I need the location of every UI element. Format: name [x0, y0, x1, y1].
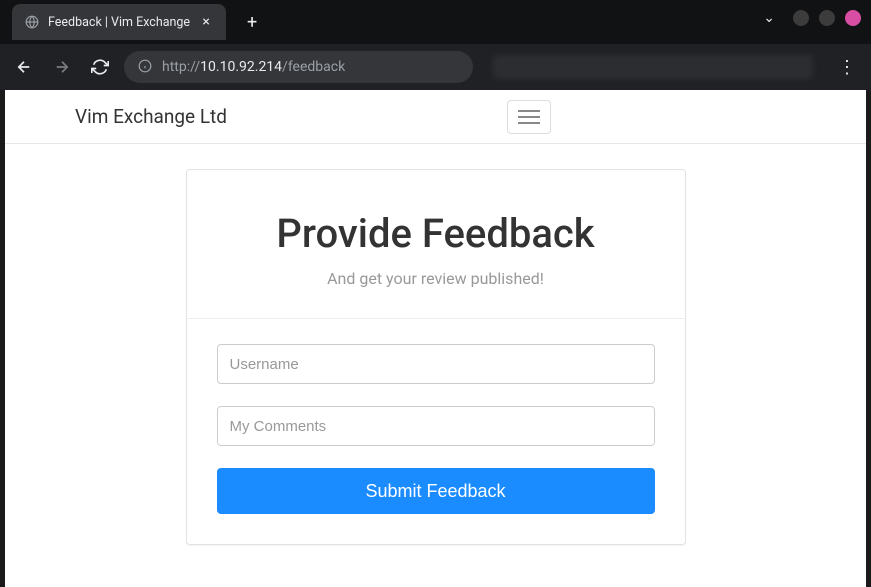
- hamburger-button[interactable]: [507, 100, 551, 134]
- page-subtitle: And get your review published!: [217, 269, 655, 288]
- chevron-down-icon[interactable]: ⌄: [763, 10, 775, 26]
- url-input[interactable]: http://10.10.92.214/feedback: [124, 51, 473, 83]
- submit-button[interactable]: Submit Feedback: [217, 468, 655, 514]
- tab-bar: Feedback | Vim Exchange × + ⌄: [0, 0, 871, 44]
- username-input[interactable]: [217, 344, 655, 384]
- hamburger-icon: [518, 116, 540, 118]
- brand[interactable]: Vim Exchange Ltd: [75, 105, 227, 128]
- address-bar: http://10.10.92.214/feedback ⋮: [0, 44, 871, 90]
- globe-icon: [24, 14, 40, 30]
- forward-button[interactable]: [48, 53, 76, 81]
- comments-input[interactable]: [217, 406, 655, 446]
- panel-heading: Provide Feedback And get your review pub…: [187, 170, 685, 319]
- site-info-icon[interactable]: [138, 58, 152, 77]
- site-navbar: Vim Exchange Ltd: [5, 90, 866, 144]
- minimize-button[interactable]: [793, 10, 809, 26]
- hamburger-icon: [518, 122, 540, 124]
- feedback-panel: Provide Feedback And get your review pub…: [186, 169, 686, 545]
- close-window-button[interactable]: [845, 10, 861, 26]
- tab-title: Feedback | Vim Exchange: [48, 15, 190, 30]
- window-controls: ⌄: [763, 10, 861, 26]
- new-tab-button[interactable]: +: [238, 8, 266, 36]
- hamburger-icon: [518, 110, 540, 112]
- close-icon[interactable]: ×: [198, 14, 214, 30]
- menu-button[interactable]: ⋮: [833, 57, 861, 78]
- panel-body: Submit Feedback: [187, 319, 685, 544]
- reload-button[interactable]: [86, 53, 114, 81]
- page-title: Provide Feedback: [217, 210, 655, 257]
- page-content: Vim Exchange Ltd Provide Feedback And ge…: [5, 90, 866, 587]
- back-button[interactable]: [10, 53, 38, 81]
- browser-tab[interactable]: Feedback | Vim Exchange ×: [12, 4, 226, 40]
- maximize-button[interactable]: [819, 10, 835, 26]
- browser-chrome: Feedback | Vim Exchange × + ⌄ http://10.…: [0, 0, 871, 90]
- extensions-area: [493, 55, 814, 79]
- url-text: http://10.10.92.214/feedback: [162, 59, 345, 75]
